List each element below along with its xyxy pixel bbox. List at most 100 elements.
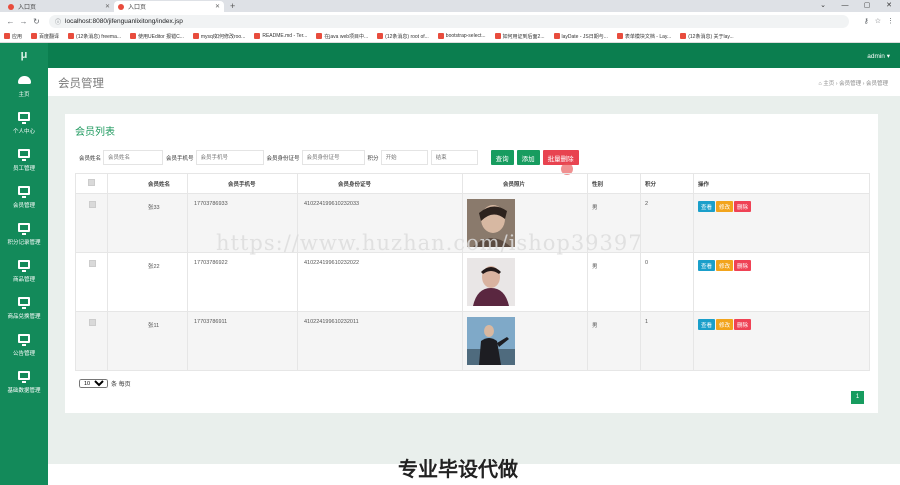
cell-name: 张11: [107, 311, 188, 371]
cell-name: 张22: [107, 252, 188, 312]
phone-label: 会员手机号: [166, 155, 194, 162]
bookmark-item[interactable]: 表单模块文档 - Lay...: [616, 33, 671, 40]
idcard-input[interactable]: [301, 150, 365, 165]
profile-icon[interactable]: ⌄: [812, 0, 834, 12]
select-all-checkbox[interactable]: [88, 179, 95, 186]
sidebar-item[interactable]: 商品管理: [0, 253, 48, 290]
row-checkbox[interactable]: [88, 260, 96, 267]
table-row: 张22 17703786922 410224199610232022 男 0 查看 修改 删除: [75, 252, 870, 312]
bookmark-item[interactable]: README.md - Ter...: [254, 33, 307, 39]
sidebar-item[interactable]: 员工管理: [0, 142, 48, 179]
edit-button[interactable]: 修改: [716, 319, 734, 330]
bookmark-icon: [316, 33, 323, 39]
col-points: 积分: [640, 173, 694, 194]
close-icon[interactable]: ✕: [215, 3, 220, 10]
page-size-label: 条 每页: [111, 382, 131, 388]
row-checkbox[interactable]: [88, 319, 96, 326]
bookmark-item[interactable]: (12条消息) root of...: [377, 33, 429, 40]
add-button[interactable]: 添加: [516, 150, 540, 165]
member-table: 会员姓名 会员手机号 会员身份证号 会员照片 性别 积分 操作 张33 17703…: [75, 173, 870, 371]
view-button[interactable]: 查看: [698, 319, 716, 330]
name-input[interactable]: [103, 150, 164, 165]
row-select-cell: [75, 252, 108, 312]
name-label: 会员姓名: [79, 155, 102, 162]
back-icon[interactable]: ←: [4, 17, 17, 26]
monitor-icon: [18, 334, 30, 346]
sidebar-item-label: 积分记录管理: [7, 240, 41, 246]
bookmark-item[interactable]: bootstrap-select...: [437, 33, 486, 39]
address-bar-row: ← → ↻ ⓘ localhost:8080/jifenguanlixitong/…: [0, 12, 900, 30]
url-input[interactable]: ⓘ localhost:8080/jifenguanlixitong/index.…: [49, 14, 849, 28]
maximize-button[interactable]: ▢: [856, 0, 878, 12]
menu-icon[interactable]: ⋮: [887, 17, 894, 25]
bookmark-item[interactable]: 应用: [4, 33, 22, 40]
gauge-icon: [17, 75, 31, 84]
edit-button[interactable]: 修改: [716, 260, 734, 271]
sidebar-item[interactable]: 商品兑换管理: [0, 290, 48, 327]
sidebar-item[interactable]: 主页: [0, 68, 48, 105]
monitor-icon: [18, 371, 30, 383]
points-end-input[interactable]: [430, 150, 478, 165]
browser-tab[interactable]: 入口页 ✕: [4, 1, 114, 12]
sidebar-item[interactable]: 会员管理: [0, 179, 48, 216]
monitor-icon: [18, 186, 30, 198]
bookmark-item[interactable]: 如何用证到后面2...: [494, 33, 545, 40]
bookmark-icon: [31, 33, 38, 39]
close-icon[interactable]: ✕: [105, 3, 110, 10]
pagination-page-1[interactable]: 1: [851, 391, 864, 404]
view-button[interactable]: 查看: [698, 260, 716, 271]
query-button[interactable]: 查询: [490, 150, 514, 165]
bookmark-icon: [68, 33, 75, 39]
points-start-input[interactable]: [380, 150, 428, 165]
bookmark-item[interactable]: mysql如何修改roo...: [192, 33, 245, 40]
bookmark-icon: [616, 33, 623, 39]
search-form: 会员姓名 会员手机号 会员身份证号 积分 查询 添加 批量删除: [79, 150, 579, 165]
points-label: 积分: [367, 155, 379, 162]
bookmark-item[interactable]: 使用UEditor 报错C...: [130, 33, 184, 40]
forward-icon[interactable]: →: [17, 17, 30, 26]
info-icon[interactable]: ⓘ: [55, 17, 61, 26]
star-icon[interactable]: ☆: [875, 17, 881, 25]
phone-input[interactable]: [195, 150, 264, 165]
delete-button[interactable]: 删除: [734, 260, 752, 271]
minimize-button[interactable]: —: [834, 0, 856, 12]
batch-delete-button[interactable]: 批量删除: [542, 150, 579, 165]
favicon-icon: [118, 3, 124, 10]
delete-button[interactable]: 删除: [734, 319, 752, 330]
sidebar-item-label: 公告管理: [12, 351, 35, 357]
browser-tab-active[interactable]: 入口页 ✕: [114, 1, 224, 12]
key-icon[interactable]: ⚷: [864, 17, 869, 25]
cell-idcard: 410224199610232011: [297, 311, 463, 371]
bookmark-item[interactable]: (12条消息) freema...: [68, 33, 121, 40]
close-window-button[interactable]: ✕: [878, 0, 900, 12]
bookmark-item[interactable]: 在java web项目中...: [316, 33, 368, 40]
idcard-label: 会员身份证号: [266, 155, 300, 162]
sidebar-item-label: 基础数据管理: [7, 388, 41, 394]
tab-label: 入口页: [128, 5, 147, 11]
reload-icon[interactable]: ↻: [30, 17, 43, 26]
sidebar-item[interactable]: 基础数据管理: [0, 364, 48, 401]
bookmark-item[interactable]: (12条消息) 关于lay...: [680, 33, 734, 40]
cell-name: 张33: [107, 193, 188, 253]
new-tab-button[interactable]: +: [230, 1, 235, 12]
col-name: 会员姓名: [107, 173, 188, 194]
sidebar-item[interactable]: 公告管理: [0, 327, 48, 364]
cell-idcard: 410224199610232022: [297, 252, 463, 312]
breadcrumb: ⌂ 主页 › 会员管理 › 会员管理: [818, 81, 888, 87]
bookmark-icon: [494, 33, 501, 39]
app-logo: μ: [20, 49, 28, 61]
col-actions: 操作: [693, 173, 870, 194]
page-size-select[interactable]: 10: [79, 379, 108, 388]
row-checkbox[interactable]: [88, 201, 96, 208]
delete-button[interactable]: 删除: [734, 201, 752, 212]
monitor-icon: [18, 260, 30, 272]
sidebar-item[interactable]: 个人中心: [0, 105, 48, 142]
cell-points: 1: [640, 311, 694, 371]
bookmark-item[interactable]: layDate - JS日期与...: [553, 33, 608, 40]
user-menu[interactable]: admin ▾: [867, 52, 890, 60]
bookmark-icon: [553, 33, 560, 39]
edit-button[interactable]: 修改: [716, 201, 734, 212]
sidebar-item[interactable]: 积分记录管理: [0, 216, 48, 253]
view-button[interactable]: 查看: [698, 201, 716, 212]
bookmark-item[interactable]: 百度翻译: [31, 33, 59, 40]
